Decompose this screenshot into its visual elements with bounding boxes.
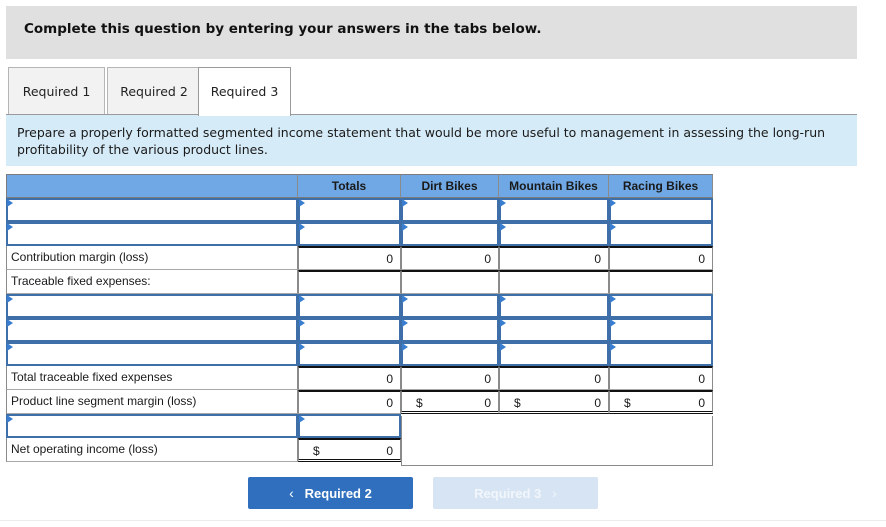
mountain-bikes-value: $ 0 [499, 390, 609, 414]
header-dirt-bikes: Dirt Bikes [401, 174, 499, 198]
next-required-3-button[interactable]: Required 3 › [433, 477, 598, 509]
totals-input[interactable] [298, 414, 401, 438]
question-instruction: Prepare a properly formatted segmented i… [6, 115, 857, 166]
totals-value: 0 [298, 390, 401, 414]
mountain-bikes-empty [499, 270, 609, 294]
header-totals: Totals [298, 174, 401, 198]
currency-symbol: $ [416, 396, 423, 410]
prev-required-2-button[interactable]: ‹ Required 2 [248, 477, 413, 509]
totals-input[interactable] [298, 318, 401, 342]
value: 0 [386, 444, 393, 458]
label-input[interactable] [6, 198, 298, 222]
dirt-bikes-input[interactable] [401, 318, 499, 342]
row-label: Traceable fixed expenses: [6, 270, 298, 294]
chevron-right-icon: › [552, 485, 557, 501]
racing-bikes-value: 0 [609, 246, 713, 270]
dirt-bikes-input[interactable] [401, 198, 499, 222]
mountain-bikes-input[interactable] [499, 342, 609, 366]
chevron-left-icon: ‹ [289, 485, 294, 501]
label-input[interactable] [6, 342, 298, 366]
mountain-bikes-value: 0 [499, 366, 609, 390]
prev-button-label: Required 2 [304, 486, 372, 501]
value: 0 [594, 396, 601, 410]
mountain-bikes-input[interactable] [499, 198, 609, 222]
currency-symbol: $ [624, 396, 631, 410]
totals-empty [298, 270, 401, 294]
totals-input[interactable] [298, 222, 401, 246]
label-input[interactable] [6, 294, 298, 318]
racing-bikes-value: 0 [609, 366, 713, 390]
racing-bikes-value: $ 0 [609, 390, 713, 414]
totals-input[interactable] [298, 342, 401, 366]
dirt-bikes-input[interactable] [401, 294, 499, 318]
tab-required-2[interactable]: Required 2 [107, 67, 201, 115]
dirt-bikes-value: 0 [401, 246, 499, 270]
totals-value: 0 [298, 366, 401, 390]
dirt-bikes-value: 0 [401, 366, 499, 390]
tab-required-1[interactable]: Required 1 [8, 67, 105, 115]
row-label: Total traceable fixed expenses [6, 366, 298, 390]
header-mountain-bikes: Mountain Bikes [499, 174, 609, 198]
racing-bikes-input[interactable] [609, 198, 713, 222]
currency-symbol: $ [514, 396, 521, 410]
mountain-bikes-input[interactable] [499, 294, 609, 318]
value: 0 [484, 396, 491, 410]
label-input[interactable] [6, 222, 298, 246]
row-label: Contribution margin (loss) [6, 246, 298, 270]
racing-bikes-input[interactable] [609, 342, 713, 366]
racing-bikes-input[interactable] [609, 294, 713, 318]
dirt-bikes-value: $ 0 [401, 390, 499, 414]
totals-value: $ 0 [298, 438, 401, 462]
racing-bikes-input[interactable] [609, 222, 713, 246]
instructions-banner: Complete this question by entering your … [6, 6, 857, 59]
totals-input[interactable] [298, 294, 401, 318]
header-racing-bikes: Racing Bikes [609, 174, 713, 198]
racing-bikes-input[interactable] [609, 318, 713, 342]
totals-value: 0 [298, 246, 401, 270]
banner-text: Complete this question by entering your … [24, 21, 542, 37]
footer-divider [0, 520, 886, 521]
instruction-text: Prepare a properly formatted segmented i… [17, 125, 826, 157]
dirt-bikes-input[interactable] [401, 342, 499, 366]
mountain-bikes-value: 0 [499, 246, 609, 270]
mountain-bikes-input[interactable] [499, 318, 609, 342]
label-input[interactable] [6, 414, 298, 438]
tab-bar: Required 1 Required 2 Required 3 [6, 67, 857, 116]
currency-symbol: $ [313, 444, 320, 458]
totals-input[interactable] [298, 198, 401, 222]
value: 0 [698, 396, 705, 410]
racing-bikes-empty [609, 270, 713, 294]
row-label: Product line segment margin (loss) [6, 390, 298, 414]
dirt-bikes-input[interactable] [401, 222, 499, 246]
dirt-bikes-empty [401, 270, 499, 294]
mountain-bikes-input[interactable] [499, 222, 609, 246]
tab-required-3[interactable]: Required 3 [198, 67, 291, 116]
row-label: Net operating income (loss) [6, 438, 298, 462]
label-input[interactable] [6, 318, 298, 342]
header-label [6, 174, 298, 198]
empty-region [401, 416, 713, 466]
next-button-label: Required 3 [474, 486, 542, 501]
